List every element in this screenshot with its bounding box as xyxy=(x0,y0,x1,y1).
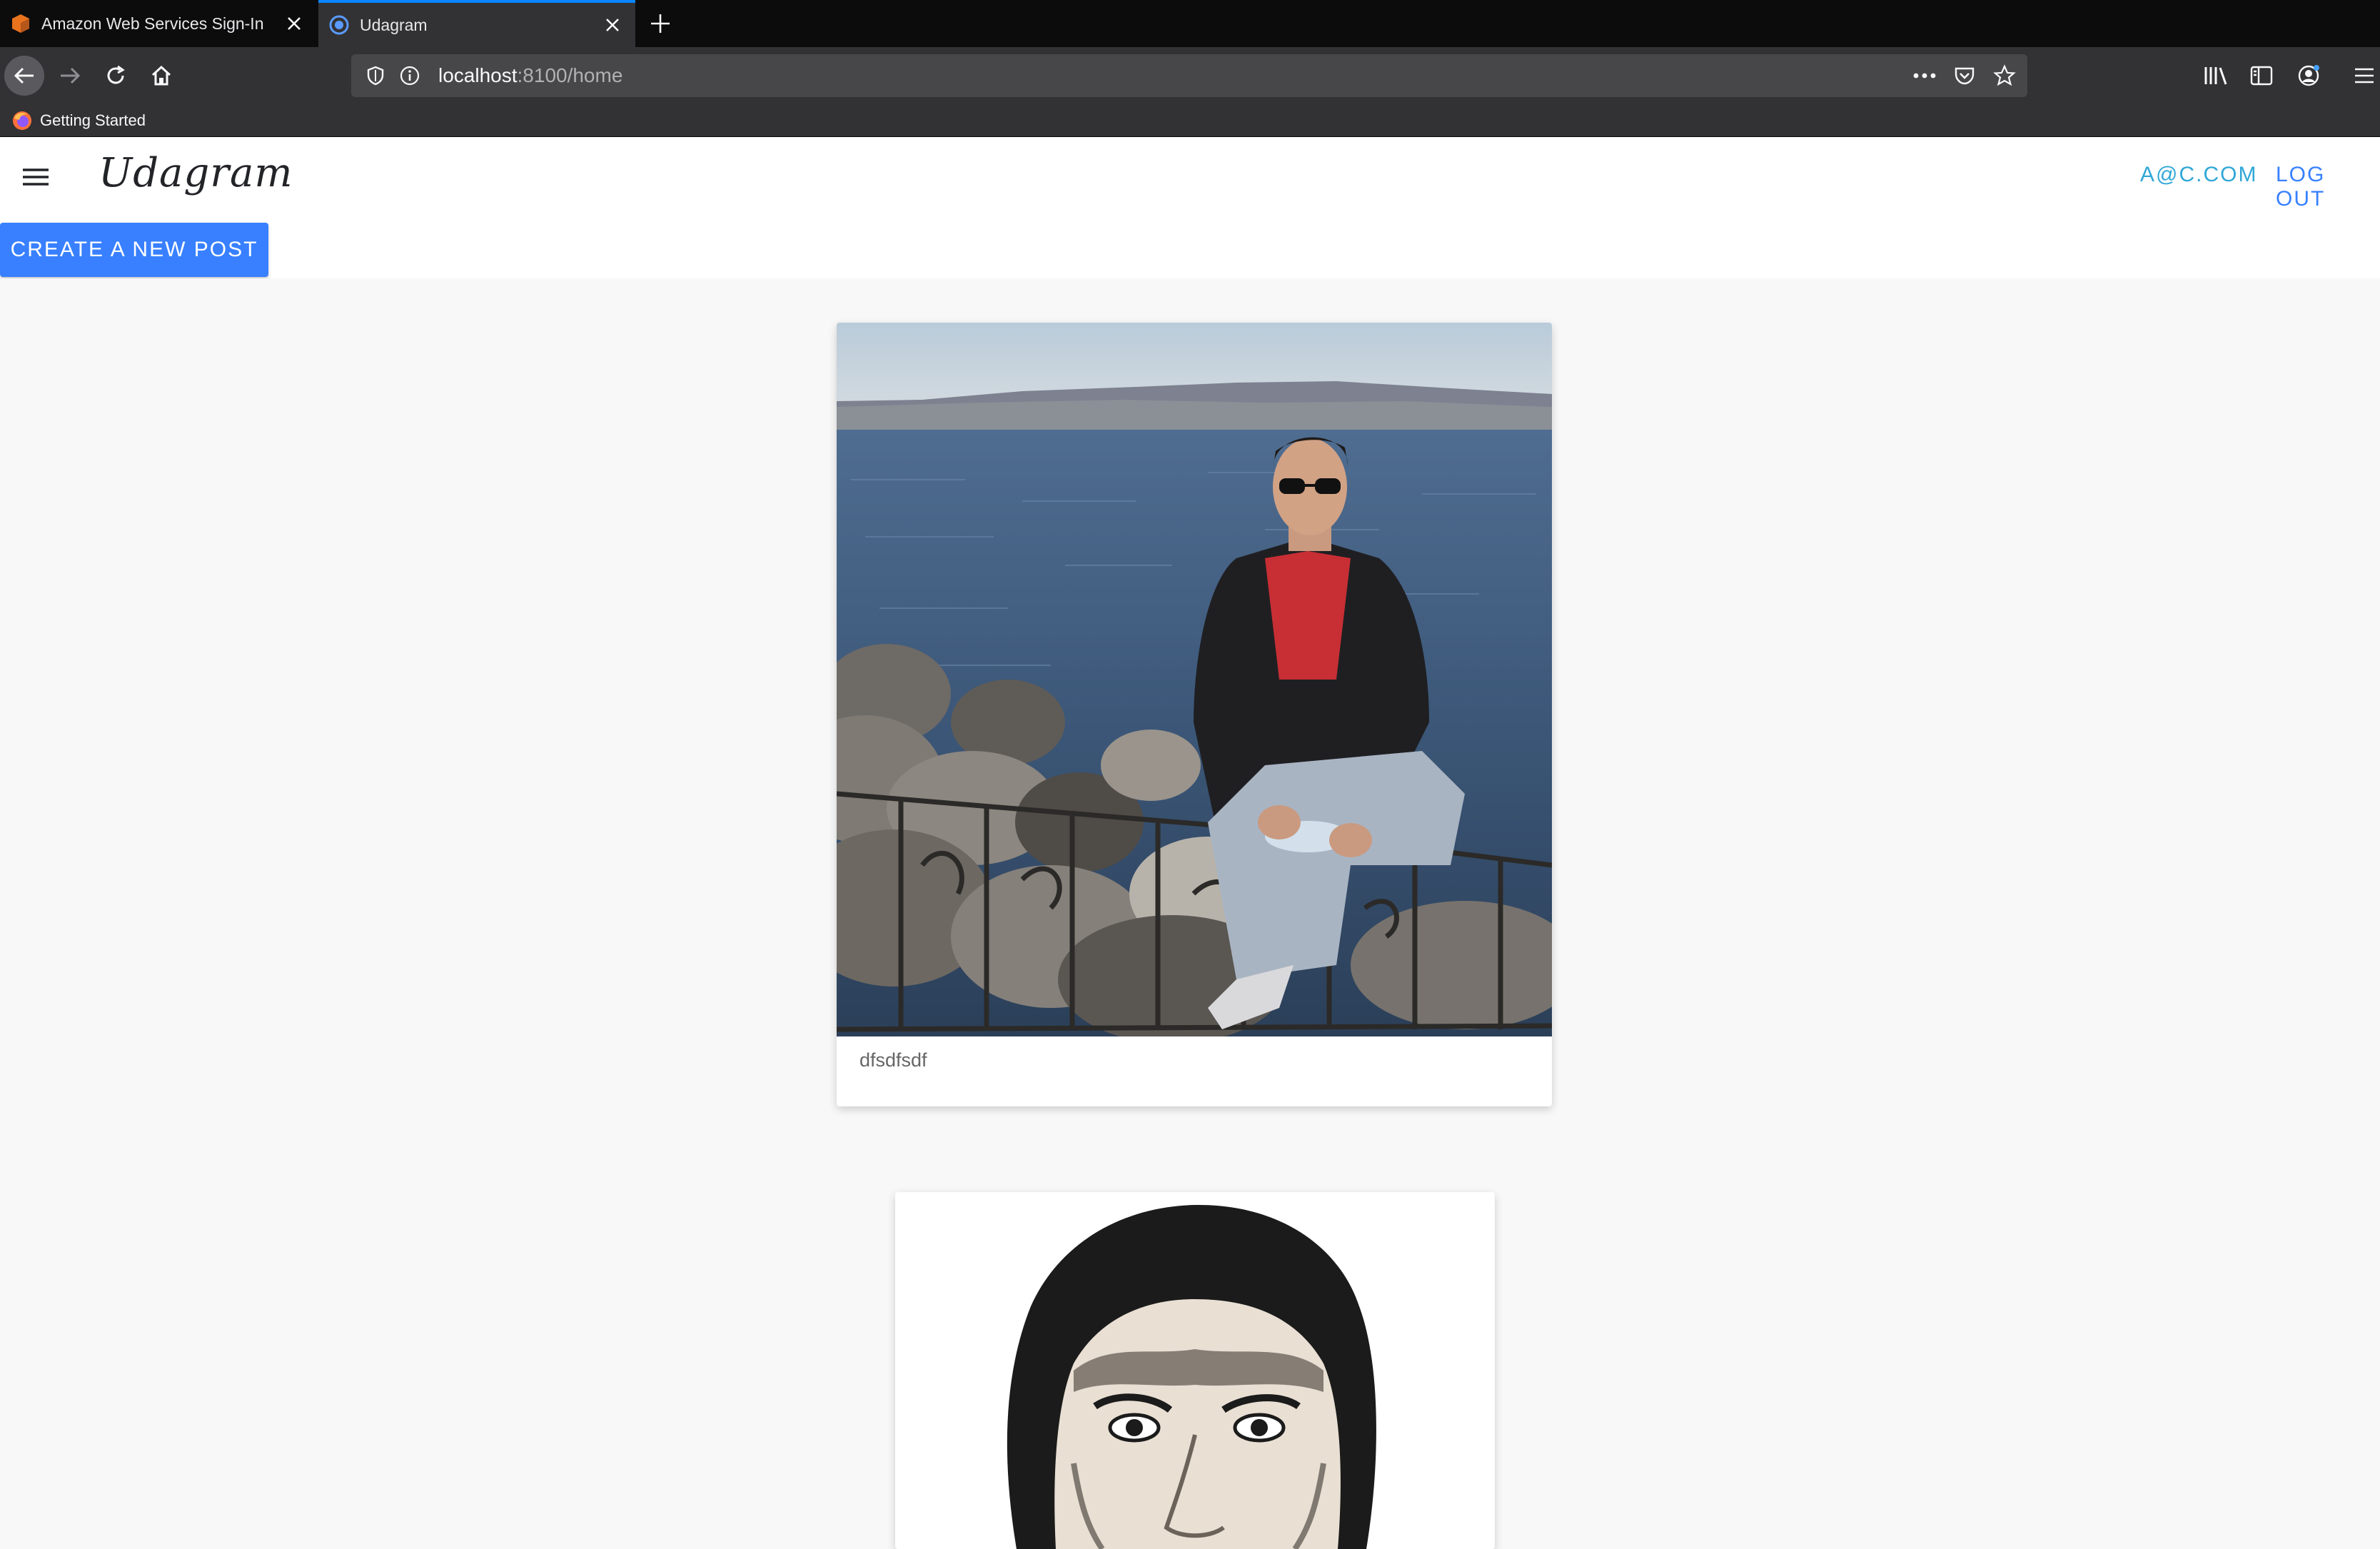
home-icon[interactable] xyxy=(141,56,181,96)
post-image[interactable] xyxy=(837,323,1552,1036)
bookmark-getting-started[interactable]: Getting Started xyxy=(11,109,146,133)
close-tab-icon[interactable] xyxy=(278,8,310,39)
sidebar-icon[interactable] xyxy=(2242,56,2281,96)
bookmark-star-icon[interactable] xyxy=(1992,63,2017,89)
back-arrow-icon[interactable] xyxy=(4,56,44,96)
site-info-icon[interactable] xyxy=(397,63,423,89)
tab-title: Amazon Web Services Sign-In xyxy=(41,14,264,33)
close-tab-icon[interactable] xyxy=(597,9,628,41)
post-caption: dfsdfsdf xyxy=(859,1049,927,1071)
post-card: dfsdfsdf xyxy=(837,323,1552,1106)
browser-nav-bar: localhost:8100/home xyxy=(0,47,2380,104)
url-text: localhost:8100/home xyxy=(438,54,622,97)
app-menu-icon[interactable] xyxy=(2344,56,2380,96)
library-icon[interactable] xyxy=(2196,56,2236,96)
tab-udagram[interactable]: Udagram xyxy=(318,0,635,47)
hamburger-menu-icon[interactable] xyxy=(14,157,57,197)
post-card xyxy=(895,1192,1495,1549)
aws-box-icon xyxy=(12,14,29,33)
bookmark-label: Getting Started xyxy=(40,111,146,129)
bookmarks-toolbar: Getting Started xyxy=(0,104,2380,137)
user-email-link[interactable]: A@C.COM xyxy=(2140,163,2257,187)
address-bar[interactable]: localhost:8100/home xyxy=(351,54,2027,97)
globe-icon xyxy=(329,15,349,35)
app-brand-logo[interactable]: Udagram xyxy=(99,150,293,196)
app-header: Udagram A@C.COM LOG OUT xyxy=(0,137,2380,217)
forward-arrow-icon[interactable] xyxy=(50,56,90,96)
logout-button[interactable]: LOG OUT xyxy=(2276,163,2380,211)
post-image[interactable] xyxy=(895,1192,1495,1549)
new-tab-plus-icon[interactable] xyxy=(642,7,678,40)
browser-tab-bar: Amazon Web Services Sign-In Udagram xyxy=(0,0,2380,47)
tab-aws-sign-in[interactable]: Amazon Web Services Sign-In xyxy=(0,0,317,47)
action-toolbar: CREATE A NEW POST xyxy=(0,217,2380,278)
url-host: localhost xyxy=(438,64,518,86)
pocket-icon[interactable] xyxy=(1952,63,1977,89)
shield-icon[interactable] xyxy=(363,63,388,89)
url-path: :8100/home xyxy=(517,64,623,86)
more-actions-icon[interactable] xyxy=(1912,63,1937,89)
account-icon[interactable] xyxy=(2289,56,2329,96)
create-post-button[interactable]: CREATE A NEW POST xyxy=(0,223,268,277)
firefox-icon xyxy=(13,111,31,130)
tab-title: Udagram xyxy=(360,15,428,34)
reload-icon[interactable] xyxy=(96,56,136,96)
post-feed: dfsdfsdf xyxy=(0,278,2380,1549)
